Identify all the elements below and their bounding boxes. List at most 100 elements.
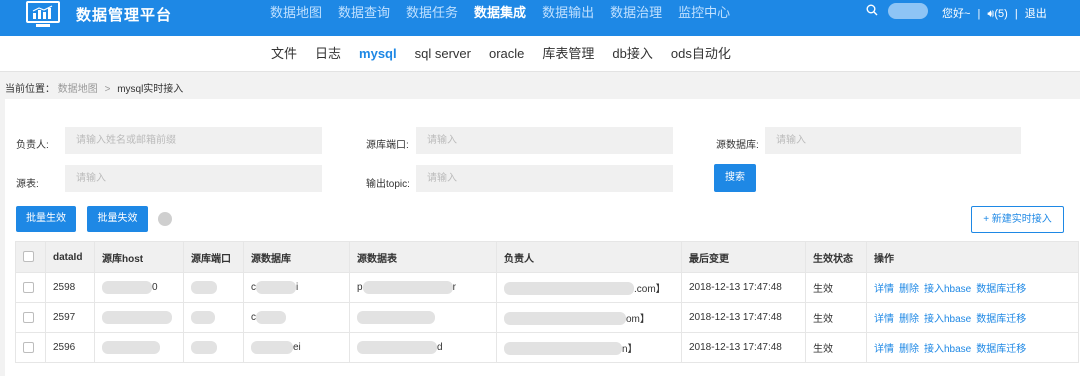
- hbase-link[interactable]: 接入hbase: [924, 314, 971, 325]
- main-nav: 数据地图 数据查询 数据任务 数据集成 数据输出 数据治理 监控中心: [262, 0, 738, 36]
- main-nav-item[interactable]: 监控中心: [670, 3, 738, 23]
- batch-enable-button[interactable]: 批量生效: [16, 206, 76, 232]
- status-cell: 生效: [805, 332, 867, 363]
- source-db-input[interactable]: 请输入: [765, 127, 1021, 154]
- source-db-cell: ei: [243, 332, 350, 363]
- column-header: 生效状态: [805, 241, 867, 273]
- search-button[interactable]: 搜索: [714, 164, 756, 192]
- delete-link[interactable]: 删除: [899, 344, 919, 355]
- redacted-value: [362, 281, 453, 294]
- owner-cell: n】: [496, 332, 682, 363]
- breadcrumb: 当前位置： 数据地图 > mysql实时接入: [5, 80, 183, 95]
- owner-text: n】: [622, 343, 638, 355]
- detail-link[interactable]: 详情: [874, 314, 894, 325]
- select-all-cell: [15, 241, 46, 273]
- main-panel: 负责人: 请输入姓名或邮箱前缀 源库端口: 请输入 源数据库: 请输入 源表: …: [5, 99, 1080, 376]
- redacted-value: [102, 281, 152, 294]
- operations-cell: 详情 删除 接入hbase 数据库迁移: [866, 272, 1079, 303]
- migrate-link[interactable]: 数据库迁移: [976, 284, 1026, 295]
- delete-link[interactable]: 删除: [899, 314, 919, 325]
- logout-link[interactable]: 退出: [1025, 8, 1047, 20]
- status-cell: 生效: [805, 302, 867, 333]
- sub-nav-item[interactable]: ods自动化: [662, 36, 740, 72]
- avatar[interactable]: [888, 3, 928, 19]
- sub-nav-item[interactable]: oracle: [480, 36, 533, 72]
- source-table-cell: d: [349, 332, 497, 363]
- source-port-label: 源库端口:: [366, 140, 409, 151]
- owner-input[interactable]: 请输入姓名或邮箱前缀: [65, 127, 322, 154]
- source-db-label: 源数据库:: [716, 140, 759, 151]
- message-count: (5): [994, 8, 1008, 20]
- greeting-link[interactable]: 您好~: [942, 8, 970, 20]
- main-nav-item[interactable]: 数据集成: [466, 3, 534, 23]
- owner-text: om】: [626, 313, 650, 325]
- search-icon[interactable]: [866, 4, 878, 19]
- column-header: 源库host: [94, 241, 184, 273]
- sub-nav-item[interactable]: 日志: [306, 36, 350, 72]
- detail-link[interactable]: 详情: [874, 284, 894, 295]
- operations-cell: 详情 删除 接入hbase 数据库迁移: [866, 302, 1079, 333]
- delete-link[interactable]: 删除: [899, 284, 919, 295]
- host-cell: [94, 302, 184, 333]
- redacted-value: [191, 281, 217, 294]
- top-navbar: 数据管理平台 数据地图 数据查询 数据任务 数据集成 数据输出 数据治理 监控中心 您好~ …: [0, 0, 1080, 36]
- row-checkbox[interactable]: [23, 341, 34, 353]
- data-id-cell: 2596: [45, 332, 95, 363]
- port-cell: [183, 272, 244, 303]
- row-checkbox[interactable]: [23, 311, 34, 323]
- source-db-cell: ci: [243, 272, 350, 303]
- column-header: 源数据库: [243, 241, 350, 273]
- main-nav-item[interactable]: 数据查询: [330, 3, 398, 23]
- sub-nav-item[interactable]: mysql: [350, 36, 406, 72]
- batch-disable-button[interactable]: 批量失效: [87, 206, 148, 232]
- table-row: 2596 ei d n】 2018-12-13 17:47:48 生效 详情 删除 接入hbas…: [15, 332, 1079, 363]
- source-table-input[interactable]: 请输入: [65, 165, 322, 192]
- sub-nav-item[interactable]: 文件: [262, 36, 306, 72]
- hbase-link[interactable]: 接入hbase: [924, 284, 971, 295]
- sub-nav-item[interactable]: db接入: [603, 36, 661, 72]
- last-change-cell: 2018-12-13 17:47:48: [681, 272, 806, 303]
- row-select-cell: [15, 332, 46, 363]
- sub-nav-item[interactable]: sql server: [406, 36, 480, 72]
- table-text-tail: r: [452, 282, 456, 294]
- separator: |: [1014, 8, 1018, 20]
- breadcrumb-current: mysql实时接入: [117, 84, 184, 95]
- select-all-checkbox[interactable]: [23, 251, 34, 263]
- message-link[interactable]: 🔊︎(5): [987, 8, 1007, 20]
- owner-label: 负责人:: [16, 140, 49, 151]
- column-header: 最后变更: [681, 241, 806, 273]
- main-nav-item[interactable]: 数据任务: [398, 3, 466, 23]
- redacted-value: [251, 341, 293, 354]
- migrate-link[interactable]: 数据库迁移: [976, 314, 1026, 325]
- detail-link[interactable]: 详情: [874, 344, 894, 355]
- migrate-link[interactable]: 数据库迁移: [976, 344, 1026, 355]
- last-change-cell: 2018-12-13 17:47:48: [681, 332, 806, 363]
- redacted-value: [256, 281, 296, 294]
- table-header-row: dataId 源库host 源库端口 源数据库 源数据表 负责人 最后变更 生效…: [15, 241, 1079, 273]
- column-header: dataId: [45, 241, 95, 273]
- column-header: 负责人: [496, 241, 682, 273]
- source-port-input[interactable]: 请输入: [416, 127, 673, 154]
- hbase-link[interactable]: 接入hbase: [924, 344, 971, 355]
- redacted-value: [504, 282, 634, 296]
- redacted-value: [357, 341, 437, 354]
- breadcrumb-link[interactable]: 数据地图: [58, 84, 98, 95]
- status-cell: 生效: [805, 272, 867, 303]
- new-realtime-button[interactable]: + 新建实时接入: [971, 206, 1064, 233]
- main-nav-item[interactable]: 数据输出: [534, 3, 602, 23]
- db-text-tail: ei: [293, 342, 301, 354]
- main-nav-item[interactable]: 数据地图: [262, 3, 330, 23]
- source-table-cell: [349, 302, 497, 333]
- help-icon[interactable]: [158, 212, 172, 226]
- output-topic-input[interactable]: 请输入: [416, 165, 673, 192]
- column-header: 操作: [866, 241, 1079, 273]
- row-select-cell: [15, 302, 46, 333]
- main-nav-item[interactable]: 数据治理: [602, 3, 670, 23]
- sub-nav-item[interactable]: 库表管理: [533, 36, 603, 72]
- redacted-value: [102, 341, 160, 354]
- table-text-tail: d: [437, 342, 443, 354]
- sub-navbar: 文件 日志 mysql sql server oracle 库表管理 db接入 ods自动化: [0, 36, 1080, 72]
- owner-cell: .com】: [496, 272, 682, 303]
- row-checkbox[interactable]: [23, 281, 34, 293]
- row-select-cell: [15, 272, 46, 303]
